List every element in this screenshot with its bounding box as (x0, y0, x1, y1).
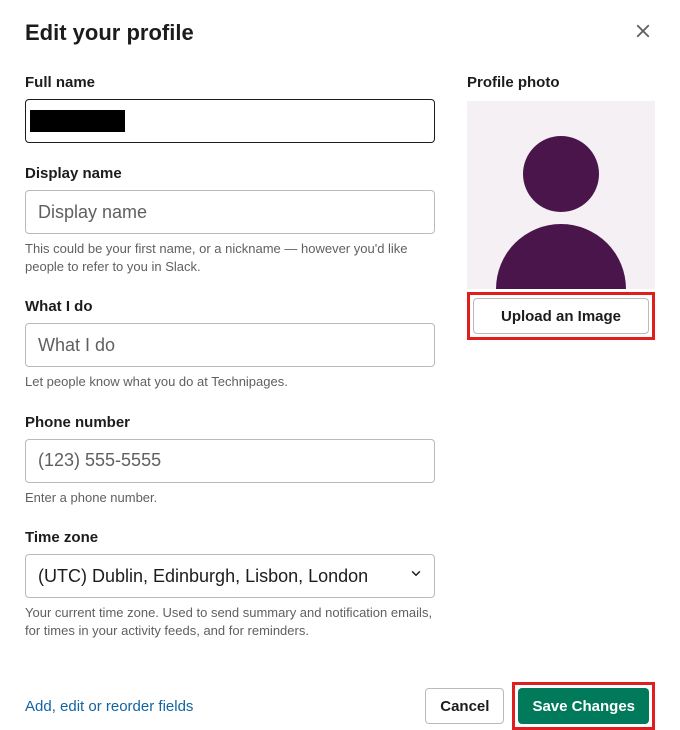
upload-image-button[interactable]: Upload an Image (473, 298, 649, 334)
what-i-do-help: Let people know what you do at Technipag… (25, 373, 435, 391)
phone-label: Phone number (25, 414, 435, 431)
cancel-button[interactable]: Cancel (425, 688, 504, 724)
what-i-do-label: What I do (25, 298, 435, 315)
redacted-name (30, 110, 125, 132)
save-highlight: Save Changes (512, 682, 655, 730)
upload-highlight: Upload an Image (467, 292, 655, 340)
save-button[interactable]: Save Changes (518, 688, 649, 724)
reorder-fields-link[interactable]: Add, edit or reorder fields (25, 698, 193, 715)
timezone-select[interactable]: (UTC) Dublin, Edinburgh, Lisbon, London (25, 554, 435, 598)
close-icon (634, 22, 652, 45)
avatar-placeholder (467, 101, 655, 289)
what-i-do-input[interactable] (25, 323, 435, 367)
phone-help: Enter a phone number. (25, 489, 435, 507)
display-name-label: Display name (25, 165, 435, 182)
modal-title: Edit your profile (25, 20, 194, 46)
full-name-input[interactable] (25, 99, 435, 143)
avatar-icon (481, 114, 641, 289)
display-name-input[interactable] (25, 190, 435, 234)
phone-input[interactable] (25, 439, 435, 483)
full-name-label: Full name (25, 74, 435, 91)
close-button[interactable] (631, 21, 655, 45)
timezone-value: (UTC) Dublin, Edinburgh, Lisbon, London (38, 566, 368, 586)
photo-label: Profile photo (467, 74, 655, 91)
display-name-help: This could be your first name, or a nick… (25, 240, 435, 276)
timezone-label: Time zone (25, 529, 435, 546)
timezone-help: Your current time zone. Used to send sum… (25, 604, 435, 640)
